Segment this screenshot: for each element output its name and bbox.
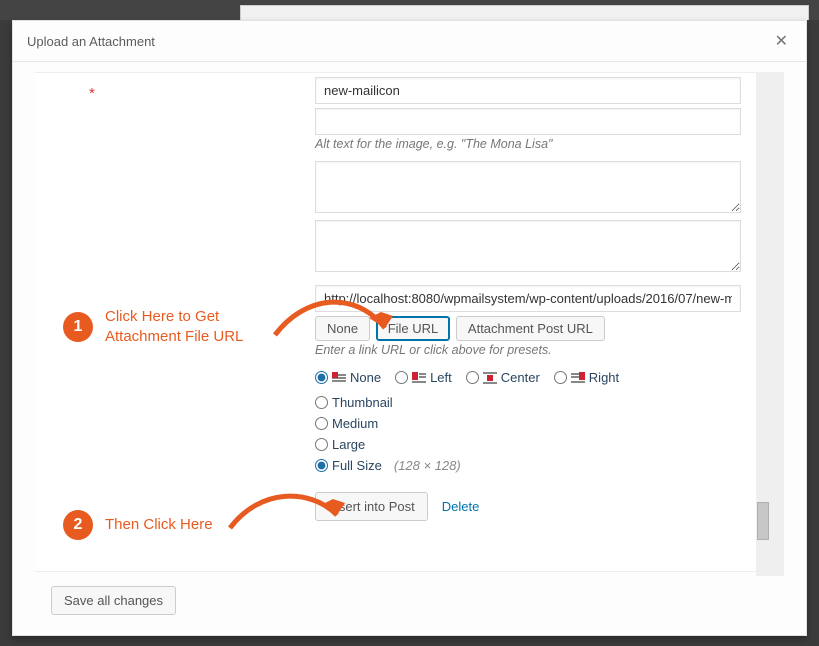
align-left-radio[interactable]: Left [395, 370, 452, 385]
align-right-label: Right [589, 370, 619, 385]
url-post-button[interactable]: Attachment Post URL [456, 316, 605, 341]
size-thumbnail-radio[interactable]: Thumbnail [315, 395, 393, 410]
url-file-button[interactable]: File URL [376, 316, 451, 341]
title-input[interactable] [315, 77, 741, 104]
size-large-radio[interactable]: Large [315, 437, 365, 452]
align-right-radio[interactable]: Right [554, 370, 619, 385]
dialog-title: Upload an Attachment [27, 34, 155, 49]
description-textarea[interactable] [315, 220, 741, 272]
align-right-icon [571, 372, 585, 384]
size-medium-radio[interactable]: Medium [315, 416, 378, 431]
align-none-label: None [350, 370, 381, 385]
align-none-icon [332, 372, 346, 384]
save-all-changes-button[interactable]: Save all changes [51, 586, 176, 615]
delete-link[interactable]: Delete [442, 499, 480, 514]
link-url-input[interactable] [315, 285, 741, 312]
align-center-icon [483, 372, 497, 384]
size-medium-label: Medium [332, 416, 378, 431]
upload-attachment-dialog: Upload an Attachment ✕ * [12, 20, 807, 636]
align-center-radio[interactable]: Center [466, 370, 540, 385]
align-left-label: Left [430, 370, 452, 385]
align-center-label: Center [501, 370, 540, 385]
align-none-radio[interactable]: None [315, 370, 381, 385]
caption-textarea[interactable] [315, 161, 741, 213]
align-left-icon [412, 372, 426, 384]
link-url-hint: Enter a link URL or click above for pres… [315, 341, 741, 363]
alt-text-input[interactable] [315, 108, 741, 135]
alignment-group: None Left Center Right [315, 367, 741, 388]
alt-text-hint: Alt text for the image, e.g. "The Mona L… [315, 135, 741, 157]
size-thumbnail-label: Thumbnail [332, 395, 393, 410]
url-none-button[interactable]: None [315, 316, 370, 341]
scrollbar-thumb[interactable] [757, 502, 769, 540]
size-large-label: Large [332, 437, 365, 452]
required-asterisk: * [89, 85, 95, 102]
close-icon[interactable]: ✕ [771, 29, 792, 53]
size-full-dimensions: (128 × 128) [394, 458, 461, 473]
scrollbar-track[interactable] [756, 72, 770, 576]
size-full-label: Full Size [332, 458, 382, 473]
insert-into-post-button[interactable]: Insert into Post [315, 492, 428, 521]
size-full-radio[interactable]: Full Size [315, 458, 382, 473]
